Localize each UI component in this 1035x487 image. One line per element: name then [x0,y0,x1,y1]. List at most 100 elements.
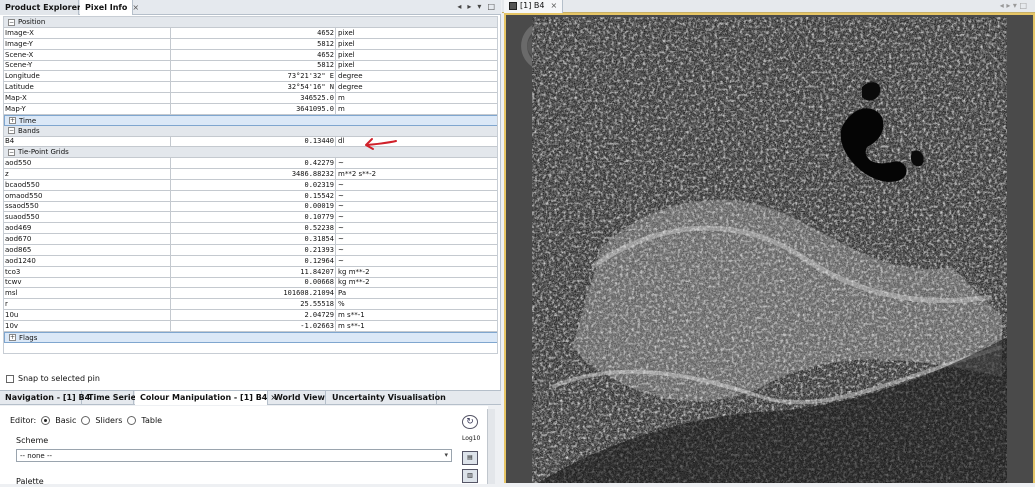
scroll-left-icon[interactable]: ◂ [457,2,461,11]
cell-name: Map-X [5,93,27,102]
radio-basic-label: Basic [55,416,77,425]
tab-colour-manipulation[interactable]: Colour Manipulation - [1] B4 × [135,391,277,405]
cell-unit: ~ [338,191,344,200]
cell-name: aod670 [5,235,32,243]
tab-image-b4[interactable]: [1] B4 × [504,0,564,13]
tab-navigation[interactable]: Navigation - [1] B4 [0,391,90,405]
tab-pixel-info[interactable]: Pixel Info × [80,0,139,15]
table-row: Image-Y 5812 pixel [4,38,497,50]
cell-unit: m s**-1 [338,310,365,319]
cell-unit: ~ [338,256,344,265]
cell-name: Scene-Y [5,61,33,70]
image-canvas[interactable] [504,13,1035,483]
bottom-tool-panel: Navigation - [1] B4 Time Series Colour M… [0,390,501,486]
bottom-tab-bar: Navigation - [1] B4 Time Series Colour M… [0,391,501,405]
group-label: − Bands [8,126,40,136]
cell-unit: ~ [338,202,344,211]
cell-unit: m**2 s**-2 [338,169,377,178]
tab-world-view[interactable]: World View [269,391,326,405]
close-icon[interactable]: × [550,1,557,10]
cell-value: 73°21'32" E [170,71,336,82]
cell-unit: ~ [338,235,344,243]
vertical-scrollbar[interactable] [487,409,495,484]
scroll-right-icon[interactable]: ▸ [467,2,471,11]
left-panel: Product Explorer Pixel Info × ◂ ▸ ▾ □ − Posit… [0,0,501,486]
scheme-select[interactable]: -- none -- ▾ [16,449,452,462]
tab-label: Uncertainty Visualisation [332,393,446,402]
table-row: bcaod550 0.02319 ~ [4,179,497,191]
import-icon[interactable]: ▤ [462,451,478,465]
image-tab-bar: [1] B4 × ◂ ▸ ▾ □ [502,0,1035,13]
image-icon [509,1,517,10]
expand-icon[interactable]: + [9,334,16,342]
cell-unit: m [338,104,345,113]
side-toolbar: ↻ Log10 ▤ ▥ [462,415,482,487]
tab-label: Product Explorer [5,3,81,12]
group-header-time[interactable]: + Time [4,114,497,126]
cell-unit: % [338,300,345,309]
export-icon[interactable]: ▥ [462,469,478,483]
cell-name: aod550 [5,159,32,168]
group-header-tpg[interactable]: − Tie-Point Grids [4,147,497,159]
cell-value: 3486.88232 [170,168,336,179]
table-row: 10v -1.02663 m s**-1 [4,320,497,332]
cell-value: 0.42279 [170,158,336,169]
table-row: msl 101608.21094 Pa [4,288,497,300]
dropdown-icon[interactable]: ▾ [477,2,481,11]
table-row: ssaod550 0.00019 ~ [4,201,497,213]
table-row: aod1240 0.12964 ~ [4,255,497,267]
cell-value: -1.02663 [170,320,336,331]
radio-table[interactable] [127,416,137,425]
snap-label: Snap to selected pin [18,374,100,383]
expand-icon[interactable]: + [9,117,16,125]
cell-value: 3641095.0 [170,103,336,114]
cell-value: 4652 [170,49,336,60]
cell-name: Latitude [5,83,34,92]
cell-name: z [5,169,9,178]
palette-label: Palette [16,477,44,486]
table-row: r 25.55518% [4,299,497,311]
collapse-icon[interactable]: − [8,148,15,156]
cell-value: 32°54'16" N [170,82,336,93]
group-title: Time [19,116,37,125]
top-left-tab-bar: Product Explorer Pixel Info × ◂ ▸ ▾ □ [0,0,501,15]
cell-value: 101608.21094 [170,288,336,299]
checkbox-icon[interactable] [6,374,14,383]
cell-name: tco3 [5,267,21,276]
close-icon[interactable]: × [132,3,139,12]
cell-value: 4652 [170,27,336,38]
cell-value: 11.84207 [170,266,336,277]
cell-value: 2.04729 [170,309,336,320]
group-header-flags[interactable]: + Flags [4,331,497,343]
radio-sliders[interactable] [81,416,91,425]
tab-label: Navigation - [1] B4 [5,393,91,402]
snap-to-pin-checkbox[interactable]: Snap to selected pin [6,374,100,383]
group-header-bands[interactable]: − Bands [4,125,497,137]
tab-uncertainty-visualisation[interactable]: Uncertainty Visualisation [327,391,446,405]
table-row: aod550 0.42279 ~ [4,158,497,170]
tab-time-series[interactable]: Time Series [83,391,141,405]
cell-value: 5812 [170,60,336,71]
tab-product-explorer[interactable]: Product Explorer [0,0,81,15]
image-tab-nav-icons[interactable]: ◂ ▸ ▾ □ [1000,1,1027,10]
cell-unit: ~ [338,245,344,254]
cell-unit: kg m**-2 [338,278,370,287]
radio-table-label: Table [141,416,163,425]
cell-name: 10u [5,310,19,319]
log10-toggle[interactable]: Log10 [462,433,480,447]
cell-name: suaod550 [5,213,40,222]
table-row: aod670 0.31854 ~ [4,234,497,245]
group-header-position[interactable]: − Position [4,17,497,28]
reset-icon[interactable]: ↻ [462,415,478,429]
table-row: Scene-Y 5812 pixel [4,60,497,72]
radio-basic[interactable] [41,416,51,425]
group-title: Tie-Point Grids [18,148,69,157]
table-row: omaod550 0.15542 ~ [4,190,497,202]
table-row: suaod550 0.10779 ~ [4,212,497,224]
tab-label: Pixel Info [85,3,128,12]
collapse-icon[interactable]: − [8,127,15,134]
maximize-icon[interactable]: □ [487,2,495,11]
cell-value: 5812 [170,38,336,49]
cell-unit: kg m**-2 [338,267,370,276]
collapse-icon[interactable]: − [8,18,15,26]
